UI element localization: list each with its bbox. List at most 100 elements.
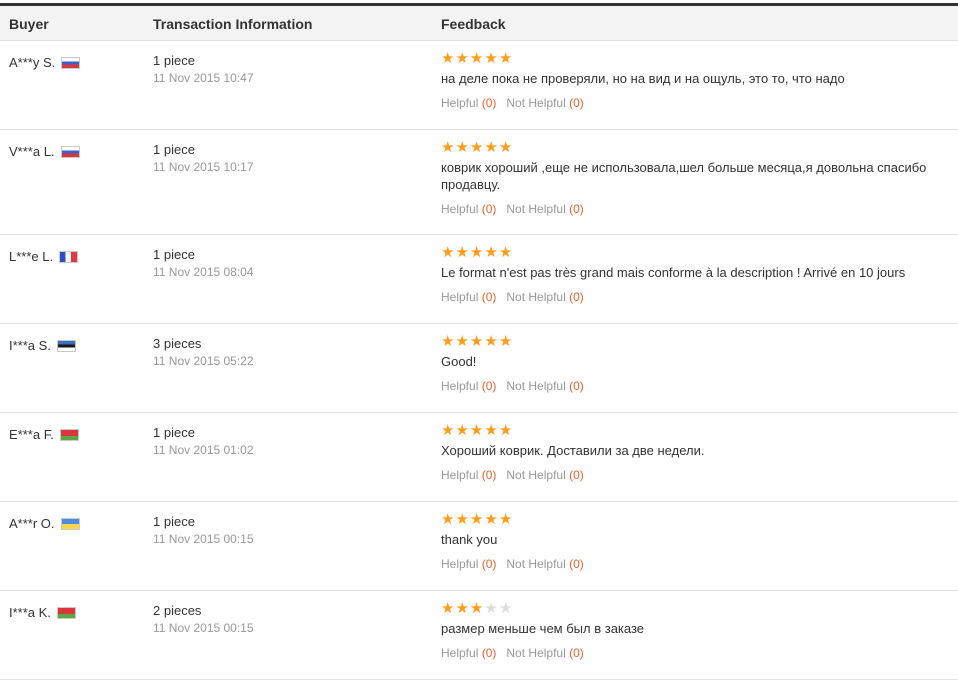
not-helpful-link[interactable]: Not Helpful (0) bbox=[506, 557, 583, 571]
star-filled-icon: ★ bbox=[441, 243, 455, 261]
buyer-cell: I***a K. bbox=[9, 605, 76, 620]
star-filled-icon: ★ bbox=[498, 510, 513, 528]
not-helpful-count: (0) bbox=[569, 557, 584, 571]
review-list: A***y S. 1 piece 11 Nov 2015 10:47 ★ ★ ★ ★ ★… bbox=[0, 41, 958, 680]
not-helpful-count: (0) bbox=[569, 646, 584, 660]
helpful-link[interactable]: Helpful (0) bbox=[441, 646, 496, 660]
buyer-name: E***a F. bbox=[9, 427, 54, 442]
estonia-flag-icon bbox=[56, 339, 76, 352]
star-filled-icon: ★ bbox=[498, 243, 513, 261]
not-helpful-label: Not Helpful bbox=[506, 379, 566, 393]
not-helpful-link[interactable]: Not Helpful (0) bbox=[506, 379, 583, 393]
helpful-label: Helpful bbox=[441, 202, 479, 216]
star-filled-icon: ★ bbox=[455, 138, 469, 156]
vote-links: Helpful (0) Not Helpful (0) bbox=[441, 201, 941, 217]
quantity: 1 piece bbox=[153, 514, 195, 529]
star-rating: ★ ★ ★ ★ ★ bbox=[441, 333, 941, 349]
helpful-link[interactable]: Helpful (0) bbox=[441, 557, 496, 571]
not-helpful-link[interactable]: Not Helpful (0) bbox=[506, 290, 583, 304]
helpful-label: Helpful bbox=[441, 379, 479, 393]
russia-flag-icon bbox=[61, 56, 81, 69]
star-filled-icon: ★ bbox=[484, 138, 498, 156]
review-comment: размер меньше чем был в заказе bbox=[441, 621, 645, 636]
vote-links: Helpful (0) Not Helpful (0) bbox=[441, 645, 941, 661]
star-rating: ★ ★ ★ ★ ★ bbox=[441, 139, 941, 155]
russia-flag-icon bbox=[60, 145, 80, 158]
order-date: 11 Nov 2015 10:17 bbox=[153, 160, 254, 174]
feedback-cell: ★ ★ ★ ★ ★ коврик хороший ,еще не использовал… bbox=[441, 139, 941, 217]
not-helpful-link[interactable]: Not Helpful (0) bbox=[506, 646, 583, 660]
star-filled-icon: ★ bbox=[484, 510, 498, 528]
buyer-cell: A***r O. bbox=[9, 516, 80, 531]
buyer-cell: I***a S. bbox=[9, 338, 76, 353]
vote-links: Helpful (0) Not Helpful (0) bbox=[441, 556, 941, 572]
star-filled-icon: ★ bbox=[455, 332, 469, 350]
order-date: 11 Nov 2015 05:22 bbox=[153, 354, 254, 368]
not-helpful-count: (0) bbox=[569, 379, 584, 393]
not-helpful-link[interactable]: Not Helpful (0) bbox=[506, 96, 583, 110]
star-filled-icon: ★ bbox=[498, 49, 513, 67]
order-date: 11 Nov 2015 08:04 bbox=[153, 265, 254, 279]
not-helpful-count: (0) bbox=[569, 96, 584, 110]
feedback-cell: ★ ★ ★ ★ ★ Good! Helpful (0) Not Helpful (0) bbox=[441, 333, 941, 394]
not-helpful-label: Not Helpful bbox=[506, 96, 566, 110]
star-filled-icon: ★ bbox=[455, 599, 469, 617]
belarus-flag-icon bbox=[59, 428, 79, 441]
buyer-name: A***r O. bbox=[9, 516, 55, 531]
feedback-cell: ★ ★ ★ ★ ★ на деле пока не проверяли, но на в… bbox=[441, 50, 941, 111]
not-helpful-count: (0) bbox=[569, 468, 584, 482]
belarus-flag-icon bbox=[56, 606, 76, 619]
transaction-cell: 1 piece 11 Nov 2015 00:15 bbox=[153, 513, 254, 548]
star-filled-icon: ★ bbox=[484, 332, 498, 350]
helpful-link[interactable]: Helpful (0) bbox=[441, 290, 496, 304]
helpful-count: (0) bbox=[481, 379, 497, 393]
buyer-cell: V***a L. bbox=[9, 144, 80, 159]
star-filled-icon: ★ bbox=[441, 332, 455, 350]
star-empty-icon: ★ bbox=[498, 599, 513, 617]
helpful-label: Helpful bbox=[441, 646, 479, 660]
star-rating: ★ ★ ★ ★ ★ bbox=[441, 600, 941, 616]
helpful-link[interactable]: Helpful (0) bbox=[441, 379, 496, 393]
helpful-link[interactable]: Helpful (0) bbox=[441, 202, 496, 216]
not-helpful-label: Not Helpful bbox=[506, 646, 566, 660]
feedback-cell: ★ ★ ★ ★ ★ Хороший коврик. Доставили за две н… bbox=[441, 422, 941, 483]
star-filled-icon: ★ bbox=[498, 138, 513, 156]
france-flag-icon bbox=[59, 250, 79, 263]
not-helpful-label: Not Helpful bbox=[506, 557, 566, 571]
star-filled-icon: ★ bbox=[469, 599, 484, 617]
helpful-label: Helpful bbox=[441, 290, 479, 304]
not-helpful-count: (0) bbox=[569, 202, 584, 216]
star-empty-icon: ★ bbox=[484, 599, 498, 617]
not-helpful-link[interactable]: Not Helpful (0) bbox=[506, 468, 583, 482]
star-rating: ★ ★ ★ ★ ★ bbox=[441, 422, 941, 438]
order-date: 11 Nov 2015 00:15 bbox=[153, 621, 254, 635]
star-filled-icon: ★ bbox=[441, 138, 455, 156]
feedback-cell: ★ ★ ★ ★ ★ thank you Helpful (0) Not Helpful (… bbox=[441, 511, 941, 572]
helpful-count: (0) bbox=[481, 290, 497, 304]
review-comment: на деле пока не проверяли, но на вид и н… bbox=[441, 71, 845, 86]
vote-links: Helpful (0) Not Helpful (0) bbox=[441, 467, 941, 483]
not-helpful-link[interactable]: Not Helpful (0) bbox=[506, 202, 583, 216]
star-filled-icon: ★ bbox=[469, 421, 484, 439]
not-helpful-count: (0) bbox=[569, 290, 584, 304]
buyer-cell: E***a F. bbox=[9, 427, 79, 442]
vote-links: Helpful (0) Not Helpful (0) bbox=[441, 378, 941, 394]
transaction-cell: 1 piece 11 Nov 2015 10:17 bbox=[153, 141, 254, 176]
helpful-label: Helpful bbox=[441, 557, 479, 571]
buyer-name: V***a L. bbox=[9, 144, 55, 159]
order-date: 11 Nov 2015 01:02 bbox=[153, 443, 254, 457]
quantity: 1 piece bbox=[153, 247, 195, 262]
review-row: V***a L. 1 piece 11 Nov 2015 10:17 ★ ★ ★ ★ ★… bbox=[0, 130, 958, 235]
helpful-link[interactable]: Helpful (0) bbox=[441, 96, 496, 110]
quantity: 1 piece bbox=[153, 425, 195, 440]
star-filled-icon: ★ bbox=[455, 49, 469, 67]
star-filled-icon: ★ bbox=[484, 243, 498, 261]
helpful-count: (0) bbox=[481, 646, 497, 660]
helpful-count: (0) bbox=[481, 202, 497, 216]
review-row: A***r O. 1 piece 11 Nov 2015 00:15 ★ ★ ★ ★ ★… bbox=[0, 502, 958, 591]
buyer-column-header: Buyer bbox=[9, 16, 49, 32]
buyer-name: I***a S. bbox=[9, 338, 51, 353]
star-filled-icon: ★ bbox=[455, 510, 469, 528]
ukraine-flag-icon bbox=[60, 517, 80, 530]
helpful-link[interactable]: Helpful (0) bbox=[441, 468, 496, 482]
